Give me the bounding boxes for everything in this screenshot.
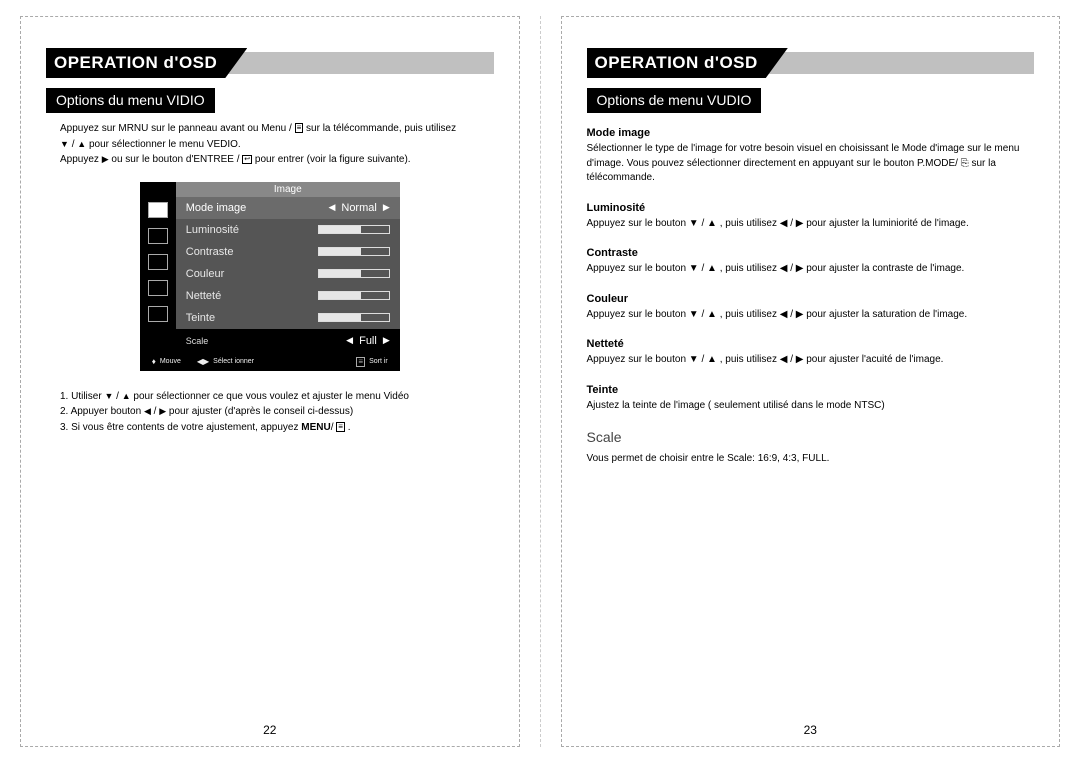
osd-row-couleur[interactable]: Couleur: [176, 263, 400, 285]
definition-mode-image: Mode image Sélectionner le type de l'ima…: [587, 127, 1035, 186]
osd-icon-tv: [148, 254, 168, 270]
page-number: 23: [541, 723, 1080, 737]
up-triangle-icon: ▲: [77, 139, 86, 149]
osd-row-mode-image[interactable]: Mode image ◀Normal▶: [176, 197, 400, 219]
section-title: OPERATION d'OSD: [587, 48, 788, 78]
osd-icon-settings: [148, 280, 168, 296]
osd-menu-list: Mode image ◀Normal▶ Luminosité Contraste…: [176, 197, 400, 353]
right-content: OPERATION d'OSD Options de menu VUDIO Mo…: [587, 48, 1035, 467]
exit-icon: ≡: [356, 357, 365, 367]
page-right: OPERATION d'OSD Options de menu VUDIO Mo…: [541, 0, 1080, 763]
menu-icon: ≡: [295, 123, 304, 133]
slider-teinte[interactable]: [318, 313, 390, 322]
menu-icon: ≡: [336, 422, 345, 432]
definition-couleur: Couleur Appuyez sur le bouton ▼ / ▲ , pu…: [587, 293, 1035, 323]
left-content: OPERATION d'OSD Options du menu VIDIO Ap…: [46, 48, 494, 435]
osd-row-nettete[interactable]: Netteté: [176, 285, 400, 307]
section-header: OPERATION d'OSD: [46, 48, 494, 78]
leftright-icon: ◀▶: [197, 357, 209, 366]
scale-heading: Scale: [587, 429, 1035, 445]
osd-title: Image: [176, 182, 400, 197]
osd-footer: ♦Mouve ◀▶Sélect ionner ≡Sort ir: [140, 353, 400, 371]
osd-panel: Image Mode image ◀Normal▶ Luminosité: [140, 182, 400, 371]
slider-nettete[interactable]: [318, 291, 390, 300]
definition-teinte: Teinte Ajustez la teinte de l'image ( se…: [587, 384, 1035, 414]
osd-row-scale[interactable]: Scale ◀Full▶: [176, 329, 400, 353]
section-header: OPERATION d'OSD: [587, 48, 1035, 78]
page-number: 22: [0, 723, 540, 737]
osd-side-icons: [140, 197, 176, 353]
intro-text: Appuyez sur MRNU sur le panneau avant ou…: [60, 121, 494, 168]
slider-couleur[interactable]: [318, 269, 390, 278]
slider-luminosite[interactable]: [318, 225, 390, 234]
osd-row-teinte[interactable]: Teinte: [176, 307, 400, 329]
osd-row-luminosite[interactable]: Luminosité: [176, 219, 400, 241]
osd-icon-audio: [148, 228, 168, 244]
scale-text: Vous permet de choisir entre le Scale: 1…: [587, 451, 1035, 467]
instructions-list: 1. Utiliser ▼ / ▲ pour sélectionner ce q…: [60, 389, 494, 436]
osd-row-contraste[interactable]: Contraste: [176, 241, 400, 263]
subsection-title: Options de menu VUDIO: [587, 88, 762, 113]
definition-luminosite: Luminosité Appuyez sur le bouton ▼ / ▲ ,…: [587, 202, 1035, 232]
down-triangle-icon: ▼: [60, 139, 69, 149]
definition-contraste: Contraste Appuyez sur le bouton ▼ / ▲ , …: [587, 247, 1035, 277]
osd-icon-display: [148, 306, 168, 322]
updown-icon: ♦: [152, 357, 156, 366]
osd-icon-image: [148, 202, 168, 218]
definition-nettete: Netteté Appuyez sur le bouton ▼ / ▲ , pu…: [587, 338, 1035, 368]
subsection-title: Options du menu VIDIO: [46, 88, 215, 113]
section-title: OPERATION d'OSD: [46, 48, 247, 78]
page-left: OPERATION d'OSD Options du menu VIDIO Ap…: [0, 0, 540, 763]
slider-contraste[interactable]: [318, 247, 390, 256]
right-triangle-icon: ▶: [102, 154, 109, 164]
enter-icon: ↩: [242, 155, 252, 164]
